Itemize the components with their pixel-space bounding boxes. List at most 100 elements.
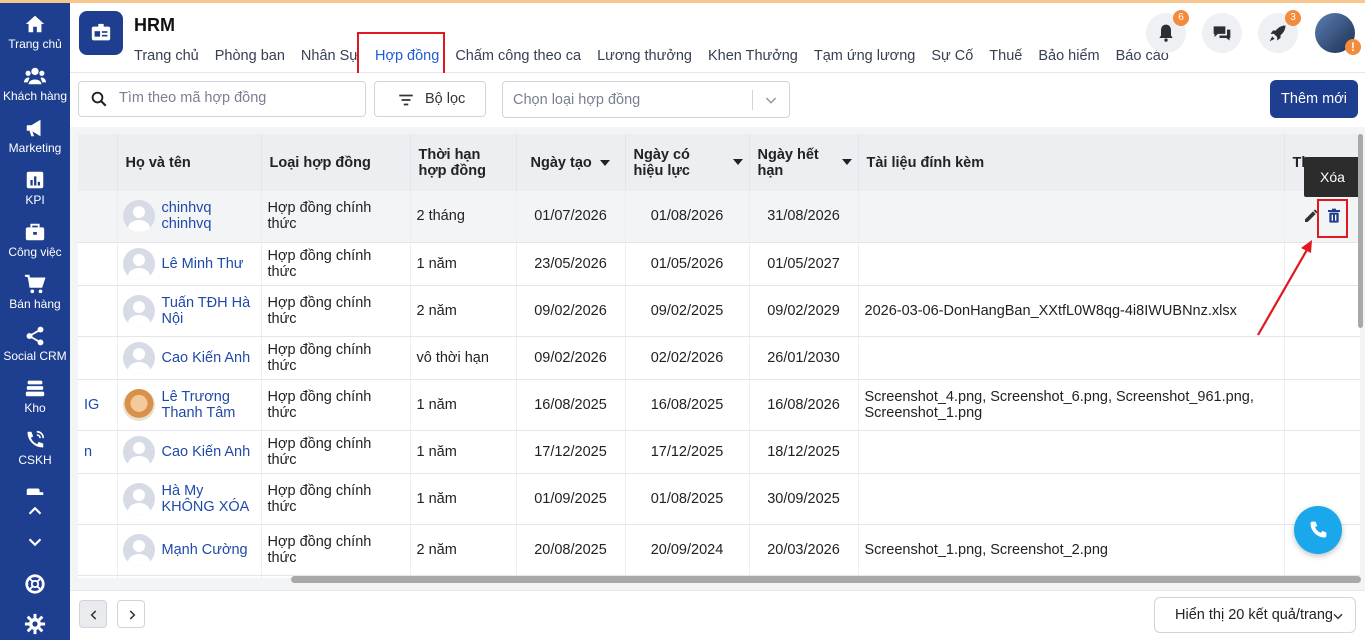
sidebar-item-tasks[interactable]: Công việc bbox=[0, 215, 70, 265]
tab-shift-attendance[interactable]: Chấm công theo ca bbox=[455, 48, 581, 64]
chevron-up-icon[interactable] bbox=[24, 500, 46, 522]
messages-button[interactable] bbox=[1202, 13, 1242, 53]
cell-attachments bbox=[858, 430, 1285, 474]
filter-button[interactable]: Bộ lọc bbox=[374, 81, 486, 117]
hrm-app-icon[interactable] bbox=[79, 11, 123, 55]
cell-created: 09/02/2026 bbox=[516, 336, 626, 380]
table-row[interactable]: Tuấn TĐH Hà Nội Hợp đồng chính thức 2 nă… bbox=[78, 285, 1360, 337]
employee-name-link[interactable]: Lê Trương Thanh Tâm bbox=[162, 389, 236, 421]
sidebar-item-partial[interactable] bbox=[0, 477, 70, 495]
cell-attachments[interactable]: 2026-03-06-DonHangBan_XXtfL0W8qg-4i8IWUB… bbox=[858, 285, 1285, 337]
call-support-button[interactable] bbox=[1294, 506, 1342, 554]
tab-payroll[interactable]: Lương thưởng bbox=[597, 48, 692, 64]
user-avatar[interactable]: ! bbox=[1315, 13, 1361, 55]
employee-name-link[interactable]: Mạnh Cường bbox=[162, 542, 248, 558]
table-row[interactable]: Mạnh Cường Hợp đồng chính thức 2 năm 20/… bbox=[78, 524, 1360, 576]
employee-name-link[interactable]: chinhvq chinhvq bbox=[162, 200, 212, 232]
tab-personnel[interactable]: Nhân Sự bbox=[301, 48, 359, 64]
table-row[interactable]: chinhvq chinhvq Hợp đồng chính thức 2 th… bbox=[78, 191, 1360, 243]
tab-tax[interactable]: Thuế bbox=[989, 48, 1022, 64]
cell-type: Hợp đồng chính thức bbox=[261, 473, 411, 525]
cell-type: Hợp đồng chính thức bbox=[261, 285, 411, 337]
tab-insurance[interactable]: Bảo hiểm bbox=[1038, 48, 1099, 64]
chat-icon bbox=[1213, 26, 1231, 41]
add-contract-button[interactable]: Thêm mới bbox=[1270, 80, 1358, 118]
sidebar-item-warehouse[interactable]: Kho bbox=[0, 371, 70, 421]
sidebar-item-home[interactable]: Trang chủ bbox=[0, 7, 70, 57]
column-header-attachments: Tài liệu đính kèm bbox=[858, 134, 1285, 191]
table-row[interactable]: Hà My KHÔNG XÓA Hợp đồng chính thức 1 nă… bbox=[78, 473, 1360, 525]
sidebar-item-social-crm[interactable]: Social CRM bbox=[0, 319, 70, 369]
cell-term: 2 tháng bbox=[410, 191, 517, 243]
cell-cut-code: n bbox=[78, 430, 118, 474]
cell-created: 16/08/2025 bbox=[516, 379, 626, 431]
cell-term: 2 năm bbox=[410, 285, 517, 337]
table-row[interactable]: IG Lê Trương Thanh Tâm Hợp đồng chính th… bbox=[78, 379, 1360, 431]
phone-call-icon bbox=[27, 430, 45, 448]
cell-cut-code bbox=[78, 524, 118, 576]
cell-actions bbox=[1284, 430, 1360, 474]
tab-departments[interactable]: Phòng ban bbox=[215, 48, 285, 64]
avatar bbox=[122, 294, 155, 327]
column-header-effective[interactable]: Ngày có hiệu lực bbox=[625, 134, 750, 191]
sidebar-item-kpi[interactable]: KPI bbox=[0, 163, 70, 213]
effective-header-label: Ngày có hiệu lực bbox=[633, 146, 690, 179]
table-row[interactable]: Lê Minh Thư Hợp đồng chính thức 1 năm 23… bbox=[78, 242, 1360, 286]
cell-type: Hợp đồng chính thức bbox=[261, 191, 411, 243]
next-page-button[interactable] bbox=[117, 600, 145, 628]
prev-page-button[interactable] bbox=[79, 600, 107, 628]
employee-name-link[interactable]: Hà My KHÔNG XÓA bbox=[162, 483, 250, 515]
tab-rewards[interactable]: Khen Thưởng bbox=[708, 48, 798, 64]
support-icon[interactable] bbox=[24, 573, 46, 595]
sidebar-item-marketing[interactable]: Marketing bbox=[0, 111, 70, 161]
share-icon bbox=[26, 326, 44, 346]
column-header-created[interactable]: Ngày tạo bbox=[516, 134, 626, 191]
employee-name-link[interactable]: Tuấn TĐH Hà Nội bbox=[162, 295, 251, 327]
cell-term: vô thời hạn bbox=[410, 336, 517, 380]
cell-attachments[interactable]: Screenshot_4.png, Screenshot_6.png, Scre… bbox=[858, 379, 1285, 431]
cell-created: 01/07/2026 bbox=[516, 191, 626, 243]
cell-attachments[interactable]: Screenshot_1.png, Screenshot_2.png bbox=[858, 524, 1285, 576]
cell-cut-code bbox=[78, 336, 118, 380]
employee-name-link[interactable]: Lê Minh Thư bbox=[162, 256, 244, 272]
sidebar-item-cskh[interactable]: CSKH bbox=[0, 423, 70, 473]
cell-cut-code bbox=[78, 242, 118, 286]
avatar bbox=[122, 200, 155, 233]
sidebar-item-sales[interactable]: Bán hàng bbox=[0, 267, 70, 317]
horizontal-scrollbar[interactable] bbox=[291, 576, 1361, 583]
notifications-button[interactable]: 6 bbox=[1146, 10, 1189, 53]
cell-attachments bbox=[858, 473, 1285, 525]
cell-effective: 01/08/2025 bbox=[625, 473, 750, 525]
employee-name-link[interactable]: Cao Kiến Anh bbox=[162, 350, 251, 366]
cell-term: 1 năm bbox=[410, 473, 517, 525]
table-row[interactable]: Cao Kiến Anh Hợp đồng chính thức vô thời… bbox=[78, 336, 1360, 380]
cell-created: 20/08/2025 bbox=[516, 524, 626, 576]
table-row[interactable]: n Cao Kiến Anh Hợp đồng chính thức 1 năm… bbox=[78, 430, 1360, 474]
cell-cut-code bbox=[78, 285, 118, 337]
page-size-label: Hiển thị 20 kết quả/trang bbox=[1175, 607, 1333, 623]
cell-expire: 16/08/2026 bbox=[749, 379, 859, 431]
cell-effective: 20/09/2024 bbox=[625, 524, 750, 576]
chevron-down-icon[interactable] bbox=[24, 531, 46, 553]
tab-home[interactable]: Trang chủ bbox=[134, 48, 199, 64]
employee-name-link[interactable]: Cao Kiến Anh bbox=[162, 444, 251, 460]
column-header-expire[interactable]: Ngày hết hạn bbox=[749, 134, 859, 191]
page-size-select[interactable]: Hiển thị 20 kết quả/trang bbox=[1154, 597, 1356, 633]
gear-icon[interactable] bbox=[24, 613, 46, 635]
cell-name: Hà My KHÔNG XÓA bbox=[117, 473, 262, 525]
vertical-scrollbar[interactable] bbox=[1358, 134, 1363, 328]
tab-incidents[interactable]: Sự Cố bbox=[931, 48, 973, 64]
avatar bbox=[122, 247, 155, 280]
sidebar-item-customers[interactable]: Khách hàng bbox=[0, 59, 70, 109]
chevron-down-icon bbox=[765, 97, 777, 104]
cell-name: Tuấn TĐH Hà Nội bbox=[117, 285, 262, 337]
column-header-type: Loại hợp đồng bbox=[261, 134, 411, 191]
cell-name: Cao Kiến Anh bbox=[117, 430, 262, 474]
contract-type-select[interactable]: Chọn loại hợp đồng bbox=[502, 81, 790, 118]
select-separator bbox=[752, 90, 753, 110]
search-input[interactable] bbox=[119, 90, 359, 106]
cell-name: Mạnh Cường bbox=[117, 524, 262, 576]
rocket-icon bbox=[1269, 25, 1286, 42]
updates-button[interactable]: 3 bbox=[1258, 10, 1301, 53]
tab-salary-advance[interactable]: Tạm ứng lương bbox=[814, 48, 915, 64]
